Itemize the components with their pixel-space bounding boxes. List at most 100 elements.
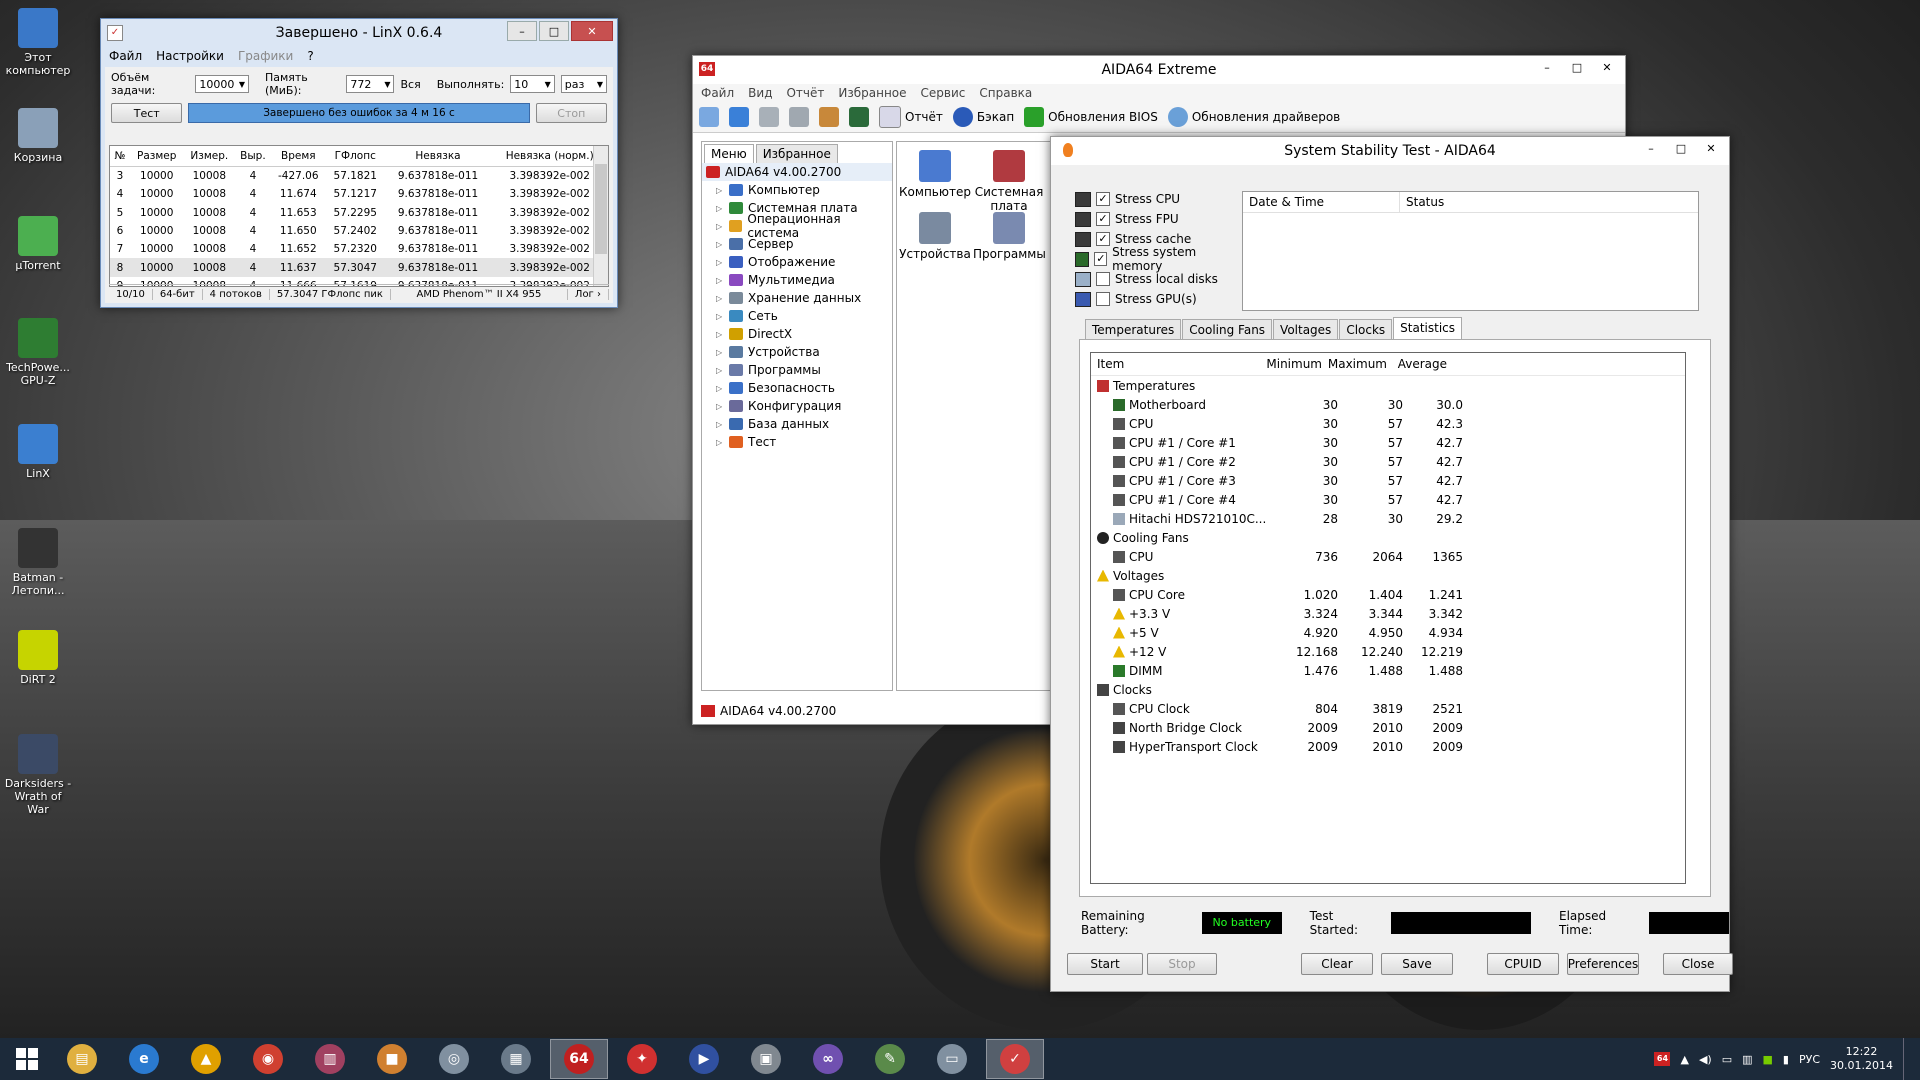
expand-triangle-icon[interactable]: ▷ bbox=[716, 366, 724, 375]
expand-triangle-icon[interactable]: ▷ bbox=[716, 204, 724, 213]
menu-item[interactable]: Сервис bbox=[921, 86, 966, 100]
scroll-thumb[interactable] bbox=[595, 164, 607, 254]
expand-triangle-icon[interactable]: ▷ bbox=[716, 384, 724, 393]
up-arrow-icon[interactable] bbox=[759, 107, 779, 127]
column-header[interactable]: ГФлопс bbox=[325, 146, 385, 167]
category-icon[interactable]: Устройства bbox=[899, 212, 971, 261]
network-signal-icon[interactable]: ▮ bbox=[1783, 1053, 1789, 1066]
tray-clock[interactable]: 12:22 30.01.2014 bbox=[1830, 1045, 1893, 1073]
stats-row[interactable]: CPU Clock 804 3819 2521 bbox=[1091, 699, 1685, 718]
column-header[interactable]: Время bbox=[270, 146, 326, 167]
driver-update-button[interactable]: Обновления драйверов bbox=[1167, 107, 1340, 127]
table-row[interactable]: 7 10000 10008 4 11.652 57.2320 9.637818e-011 3.… bbox=[110, 240, 608, 258]
stats-row[interactable]: CPU 736 2064 1365 bbox=[1091, 547, 1685, 566]
category-icon[interactable]: Системная плата bbox=[973, 150, 1045, 213]
menu-item[interactable]: Отчёт bbox=[786, 86, 824, 100]
stats-row[interactable]: CPU #1 / Core #1 30 57 42.7 bbox=[1091, 433, 1685, 452]
memory-combo[interactable]: 772 ▼ bbox=[346, 75, 395, 93]
minimize-button[interactable]: – bbox=[507, 21, 537, 41]
tree-item[interactable]: ▷ Сеть bbox=[702, 307, 892, 325]
stats-row[interactable]: HyperTransport Clock 2009 2010 2009 bbox=[1091, 737, 1685, 756]
tree-item[interactable]: ▷ Отображение bbox=[702, 253, 892, 271]
table-row[interactable]: 8 10000 10008 4 11.637 57.3047 9.637818e-011 3.… bbox=[110, 258, 608, 277]
tab-menu[interactable]: Меню bbox=[704, 144, 754, 163]
show-hidden-icons-icon[interactable]: ▲ bbox=[1680, 1053, 1688, 1066]
stats-row[interactable]: CPU 30 57 42.3 bbox=[1091, 414, 1685, 433]
close-button[interactable]: ✕ bbox=[571, 21, 613, 41]
stop-button[interactable]: Stop bbox=[1147, 953, 1217, 975]
checkbox[interactable] bbox=[1096, 272, 1110, 286]
close-button[interactable]: ✕ bbox=[1697, 139, 1725, 157]
column-header[interactable]: Размер bbox=[129, 146, 184, 167]
show-desktop-button[interactable] bbox=[1903, 1038, 1910, 1080]
expand-triangle-icon[interactable]: ▷ bbox=[716, 402, 724, 411]
run-count-combo[interactable]: 10 ▼ bbox=[510, 75, 555, 93]
taskbar-app-archiver[interactable]: ■ bbox=[364, 1040, 420, 1078]
table-row[interactable]: 4 10000 10008 4 11.674 57.1217 9.637818e-011 3.… bbox=[110, 185, 608, 203]
desktop-shortcut[interactable]: Darksiders - Wrath of War bbox=[4, 734, 72, 816]
keyboard-language[interactable]: РУС bbox=[1799, 1053, 1820, 1066]
taskbar-app-file-explorer[interactable]: ▤ bbox=[54, 1040, 110, 1078]
forward-arrow-icon[interactable] bbox=[729, 107, 749, 127]
checkbox[interactable]: ✓ bbox=[1094, 252, 1108, 266]
aida-titlebar[interactable]: 64 AIDA64 Extreme – □ ✕ bbox=[693, 56, 1625, 84]
maximize-button[interactable]: □ bbox=[1563, 58, 1591, 76]
column-status[interactable]: Status bbox=[1400, 192, 1444, 212]
stats-row[interactable]: DIMM 1.476 1.488 1.488 bbox=[1091, 661, 1685, 680]
stats-row[interactable]: CPU #1 / Core #2 30 57 42.7 bbox=[1091, 452, 1685, 471]
column-date-time[interactable]: Date & Time bbox=[1243, 192, 1400, 212]
taskbar-app-aida64[interactable]: 64 bbox=[550, 1039, 608, 1079]
desktop-shortcut[interactable]: Этот компьютер bbox=[4, 8, 72, 77]
checkbox[interactable]: ✓ bbox=[1096, 232, 1110, 246]
tree-item[interactable]: ▷ Устройства bbox=[702, 343, 892, 361]
menu-settings[interactable]: Настройки bbox=[156, 49, 224, 63]
menu-item[interactable]: Файл bbox=[701, 86, 734, 100]
maximize-button[interactable]: □ bbox=[539, 21, 569, 41]
stress-option[interactable]: ✓ Stress CPU bbox=[1075, 189, 1235, 209]
expand-triangle-icon[interactable]: ▷ bbox=[716, 240, 724, 249]
table-scrollbar[interactable] bbox=[593, 146, 608, 286]
close-button[interactable]: ✕ bbox=[1593, 58, 1621, 76]
category-icon[interactable]: Программы bbox=[973, 212, 1046, 261]
nvidia-icon[interactable]: ■ bbox=[1763, 1053, 1773, 1066]
menu-file[interactable]: Файл bbox=[109, 49, 142, 63]
stress-option[interactable]: Stress local disks bbox=[1075, 269, 1235, 289]
taskbar-app-winrar[interactable]: ▥ bbox=[302, 1040, 358, 1078]
action-center-icon[interactable]: ▭ bbox=[1722, 1053, 1732, 1066]
tab-favorites[interactable]: Избранное bbox=[755, 144, 838, 163]
expand-triangle-icon[interactable]: ▷ bbox=[716, 276, 724, 285]
taskbar-app-tool-red[interactable]: ✦ bbox=[614, 1040, 670, 1078]
bios-update-button[interactable]: Обновления BIOS bbox=[1024, 107, 1158, 127]
start-button[interactable]: Start bbox=[1067, 953, 1143, 975]
menu-item[interactable]: Вид bbox=[748, 86, 772, 100]
stress-option[interactable]: ✓ Stress system memory bbox=[1075, 245, 1235, 273]
taskbar-app-monitor-app[interactable]: ▣ bbox=[738, 1040, 794, 1078]
maximize-button[interactable]: □ bbox=[1667, 139, 1695, 157]
tree-root[interactable]: AIDA64 v4.00.2700 bbox=[702, 163, 892, 181]
stats-row[interactable]: CPU #1 / Core #4 30 57 42.7 bbox=[1091, 490, 1685, 509]
tree-item[interactable]: ▷ Конфигурация bbox=[702, 397, 892, 415]
expand-triangle-icon[interactable]: ▷ bbox=[716, 438, 724, 447]
expand-triangle-icon[interactable]: ▷ bbox=[716, 330, 724, 339]
stats-row[interactable]: CPU #1 / Core #3 30 57 42.7 bbox=[1091, 471, 1685, 490]
checkbox[interactable]: ✓ bbox=[1096, 192, 1110, 206]
table-row[interactable]: 5 10000 10008 4 11.653 57.2295 9.637818e-011 3.… bbox=[110, 204, 608, 222]
desktop-shortcut[interactable]: LinX bbox=[4, 424, 72, 480]
menu-item[interactable]: Справка bbox=[979, 86, 1032, 100]
stats-row[interactable]: +12 V 12.168 12.240 12.219 bbox=[1091, 642, 1685, 661]
cpuid-button[interactable]: CPUID bbox=[1487, 953, 1559, 975]
run-unit-combo[interactable]: раз ▼ bbox=[560, 75, 607, 93]
stats-row[interactable]: CPU Core 1.020 1.404 1.241 bbox=[1091, 585, 1685, 604]
network-icon[interactable]: ▥ bbox=[1742, 1053, 1752, 1066]
stats-row[interactable]: +5 V 4.920 4.950 4.934 bbox=[1091, 623, 1685, 642]
desktop-shortcut[interactable]: µTorrent bbox=[4, 216, 72, 272]
stats-row[interactable]: Motherboard 30 30 30.0 bbox=[1091, 395, 1685, 414]
category-icon[interactable]: Компьютер bbox=[899, 150, 971, 199]
checkbox[interactable] bbox=[1096, 292, 1110, 306]
all-memory-label[interactable]: Вся bbox=[400, 78, 420, 91]
task-size-combo[interactable]: 10000 ▼ bbox=[195, 75, 249, 93]
stress-option[interactable]: Stress GPU(s) bbox=[1075, 289, 1235, 309]
stop-button[interactable]: Стоп bbox=[535, 103, 607, 123]
tree-item[interactable]: ▷ База данных bbox=[702, 415, 892, 433]
tree-item[interactable]: ▷ Программы bbox=[702, 361, 892, 379]
